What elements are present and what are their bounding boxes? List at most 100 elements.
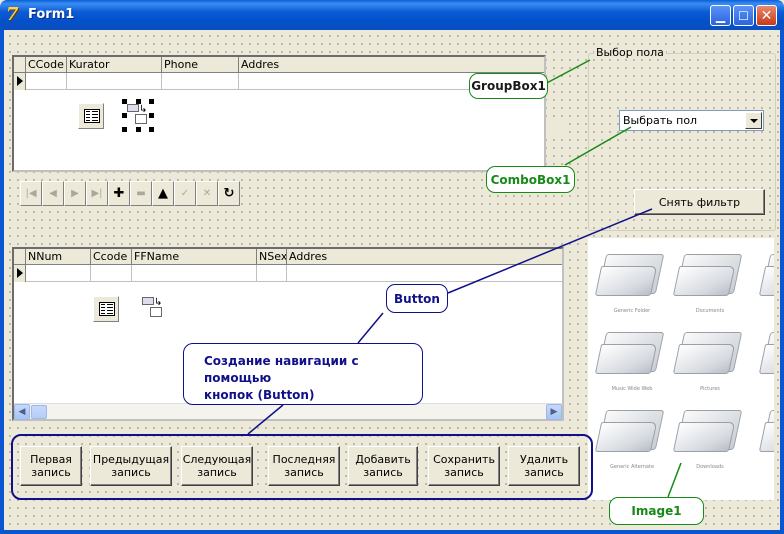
selection-handle[interactable] — [149, 99, 154, 104]
navigator-button[interactable]: ✓ — [174, 181, 196, 206]
table-cell[interactable] — [257, 265, 287, 282]
grid-header: NNum Ccode FFName NSex Addres — [14, 249, 562, 265]
chevron-down-icon[interactable] — [745, 112, 762, 129]
table-cell[interactable] — [26, 73, 67, 90]
folder-icon — [594, 326, 665, 378]
button-label: запись — [524, 466, 564, 479]
column-header[interactable]: Kurator — [67, 57, 162, 73]
table-cell[interactable] — [91, 265, 132, 282]
table-cell[interactable] — [287, 265, 562, 282]
column-header[interactable]: Addres — [239, 57, 544, 73]
record-button-7[interactable]: Удалить запись — [508, 446, 580, 486]
record-button-3[interactable]: Следующая запись — [181, 446, 253, 486]
selection-handle[interactable] — [136, 127, 141, 132]
db-navigator[interactable]: |◀ ◀ ▶ ▶| ✚ ▬ ▲ ✓ ✕ ↻ — [20, 181, 240, 206]
image-folders[interactable]: Generic Folder Documents Music Wide Web Pic… — [588, 238, 774, 500]
navigator-button[interactable]: ▶ — [64, 181, 86, 206]
folder-icon — [594, 404, 665, 456]
delete-icon: ▬ — [136, 188, 146, 199]
app-icon: 7 — [6, 4, 19, 25]
button-label: Последняя — [272, 453, 336, 466]
column-header[interactable]: Addres — [287, 249, 562, 265]
image-callout: Image1 — [609, 497, 704, 525]
navigator-button[interactable]: ▶| — [86, 181, 108, 206]
table-cell[interactable] — [26, 265, 91, 282]
selection-handle[interactable] — [122, 113, 127, 118]
navigation-callout-line1: Создание навигации с помощью — [204, 354, 359, 385]
table-row[interactable] — [14, 73, 544, 90]
column-header[interactable]: NNum — [26, 249, 91, 265]
groupbox-callout: GroupBox1 — [469, 73, 548, 99]
combobox-callout: ComboBox1 — [486, 166, 575, 193]
column-header[interactable]: FFName — [132, 249, 257, 265]
table-cell[interactable] — [132, 265, 257, 282]
button-label: Первая — [30, 453, 72, 466]
title-bar[interactable]: 7 Form1 ▁ ☐ ✕ — [0, 0, 784, 30]
chevron-left-icon: ◀ — [18, 407, 26, 417]
folder-label: Downloads — [696, 464, 724, 470]
table-row[interactable] — [14, 265, 562, 282]
table-cell[interactable] — [67, 73, 162, 90]
record-button-1[interactable]: Первая запись — [20, 446, 82, 486]
row-indicator-icon — [14, 265, 26, 282]
close-icon: ✕ — [760, 7, 773, 24]
folder-label: Pictures — [700, 386, 720, 392]
column-header[interactable]: NSex — [257, 249, 287, 265]
navigator-button[interactable]: ◀ — [42, 181, 64, 206]
button-callout: Button — [386, 284, 448, 313]
button-label: запись — [444, 466, 484, 479]
close-button[interactable]: ✕ — [756, 5, 777, 26]
edit-icon: ▲ — [158, 186, 168, 201]
record-button-6[interactable]: Сохранить запись — [428, 446, 500, 486]
navigator-button[interactable]: ↻ — [218, 181, 240, 206]
horizontal-scrollbar[interactable]: ◀ ▶ — [14, 403, 562, 420]
navigator-button[interactable]: |◀ — [20, 181, 42, 206]
maximize-button[interactable]: ☐ — [733, 5, 754, 26]
datasource-component-icon[interactable] — [93, 296, 119, 322]
arrow-icon: ↳ — [154, 297, 163, 308]
next-icon: ▶ — [71, 188, 79, 199]
adoquery-component-icon[interactable]: ↳ — [140, 295, 166, 321]
scroll-thumb[interactable] — [31, 405, 47, 419]
combobox-value: Выбрать пол — [623, 114, 698, 127]
selection-handle[interactable] — [136, 99, 141, 104]
column-header[interactable]: Phone — [162, 57, 239, 73]
button-label: Сохранить — [433, 453, 495, 466]
button-label: Добавить — [355, 453, 411, 466]
scroll-left-button[interactable]: ◀ — [14, 404, 30, 420]
gender-combobox[interactable]: Выбрать пол — [619, 110, 764, 131]
navigation-callout-line2: кнопок (Button) — [204, 388, 315, 402]
navigator-button[interactable]: ✕ — [196, 181, 218, 206]
last-icon: ▶| — [91, 188, 103, 199]
folder-icon — [758, 248, 774, 300]
navigator-button[interactable]: ▲ — [152, 181, 174, 206]
table-cell[interactable] — [162, 73, 239, 90]
datasource-component-icon[interactable] — [78, 103, 104, 129]
minimize-button[interactable]: ▁ — [710, 5, 731, 26]
record-button-4[interactable]: Последняя запись — [268, 446, 340, 486]
record-button-5[interactable]: Добавить запись — [348, 446, 418, 486]
selection-handle[interactable] — [122, 99, 127, 104]
navigator-button[interactable]: ▬ — [130, 181, 152, 206]
clear-filter-button[interactable]: Снять фильтр — [634, 189, 765, 215]
button-label: Удалить — [519, 453, 569, 466]
prior-icon: ◀ — [49, 188, 57, 199]
column-header[interactable]: Ccode — [91, 249, 132, 265]
scroll-right-button[interactable]: ▶ — [546, 404, 562, 420]
selection-handle[interactable] — [149, 113, 154, 118]
button-label: запись — [363, 466, 403, 479]
folder-label: Music Wide Web — [611, 386, 653, 392]
selection-handle[interactable] — [122, 127, 127, 132]
selection-handle[interactable] — [149, 127, 154, 132]
folder-icon — [758, 326, 774, 378]
record-button-2[interactable]: Предыдущая запись — [90, 446, 172, 486]
navigator-button[interactable]: ✚ — [108, 181, 130, 206]
window-frame-bottom — [0, 530, 784, 534]
navigation-callout: Создание навигации с помощью кнопок (But… — [183, 343, 423, 405]
maximize-icon: ☐ — [738, 8, 749, 23]
folder-icon — [672, 248, 743, 300]
button-label: запись — [284, 466, 324, 479]
adoquery-component-icon[interactable]: ↳ — [125, 102, 151, 128]
column-header[interactable]: CCode — [26, 57, 67, 73]
folder-label: Generic Folder — [613, 308, 651, 314]
